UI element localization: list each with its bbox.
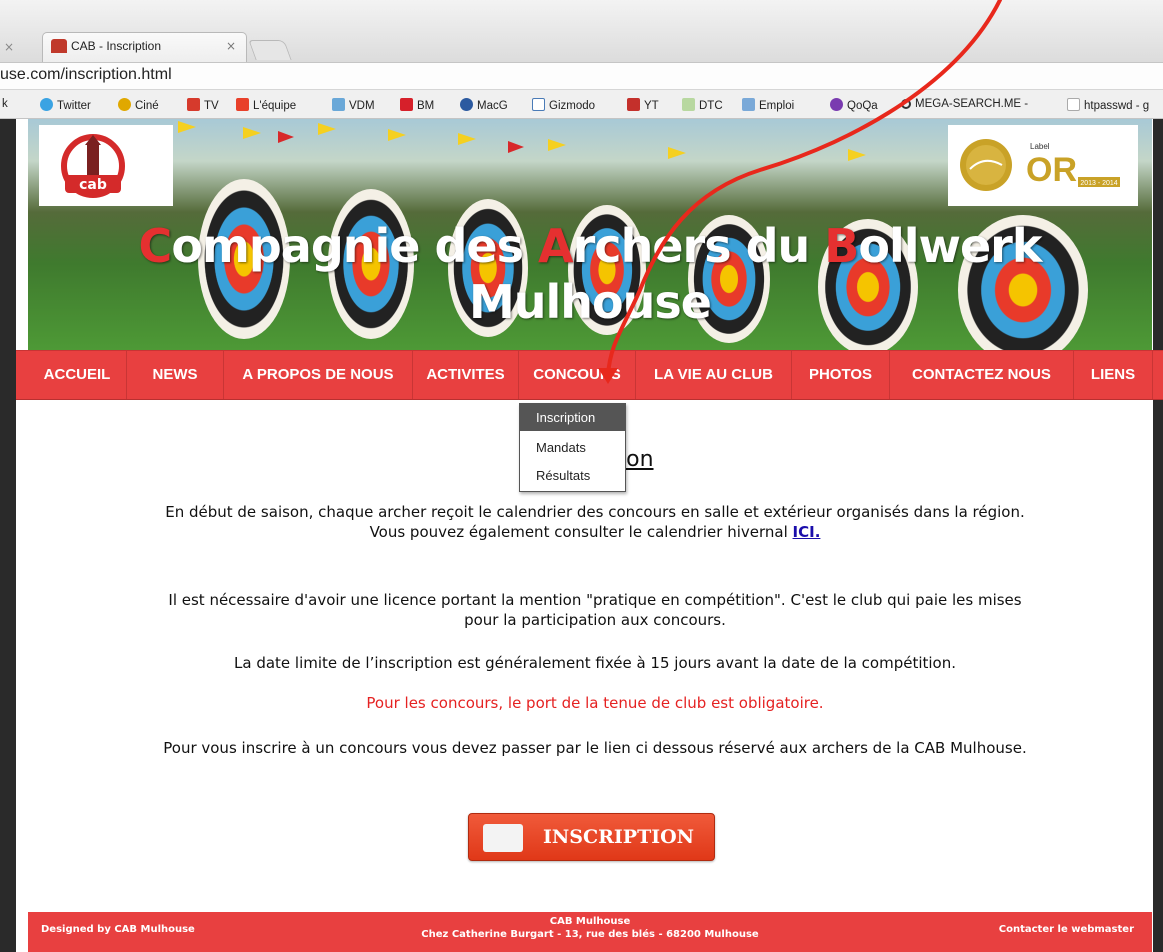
bookmark-macg[interactable]: MacG [460, 98, 508, 112]
concours-dropdown-menu: Inscription Mandats Résultats [519, 403, 626, 492]
inscription-button[interactable]: INSCRIPTION [468, 813, 715, 861]
bookmark-htpasswd[interactable]: htpasswd - g [1067, 98, 1149, 112]
footer-address: CAB Mulhouse Chez Catherine Burgart - 13… [421, 916, 759, 940]
address-bar[interactable]: use.com/inscription.html [0, 62, 1163, 89]
cab-logo-icon [483, 824, 523, 852]
cab-logo[interactable]: cab [39, 125, 173, 206]
bookmark-emploi[interactable]: Emploi [742, 98, 794, 112]
dropdown-item-mandats[interactable]: Mandats [520, 434, 625, 461]
nav-a-propos[interactable]: A PROPOS DE NOUS [224, 351, 413, 399]
label-years: 2013 - 2014 [1080, 180, 1117, 187]
paragraph-licence: Il est nécessaire d'avoir une licence po… [168, 591, 1022, 629]
new-tab-button[interactable] [248, 40, 292, 60]
bookmark-tv[interactable]: TV [187, 98, 219, 112]
bm-icon [400, 98, 413, 111]
contact-webmaster-link[interactable]: Contacter le webmaster [999, 924, 1134, 935]
browser-tab-active[interactable]: CAB - Inscription × [42, 32, 247, 62]
dropdown-item-inscription[interactable]: Inscription [520, 404, 625, 431]
paragraph-tenue-obligatoire: Pour les concours, le port de la tenue d… [366, 694, 824, 712]
site-title-line2: Mulhouse [469, 275, 712, 329]
bookmark-cine[interactable]: Ciné [118, 98, 159, 112]
nav-photos[interactable]: PHOTOS [792, 351, 890, 399]
paragraph-calendrier: En début de saison, chaque archer reçoit… [165, 503, 1025, 541]
cab-favicon-icon [51, 39, 67, 53]
cine-icon [118, 98, 131, 111]
label-or-badge: Label OR 2013 - 2014 [948, 125, 1138, 206]
site-title-line1: Compagnie des Archers du Bollwerk [138, 219, 1043, 273]
footer: Designed by CAB Mulhouse CAB Mulhouse Ch… [28, 912, 1152, 952]
browser-tab-bar: × CAB - Inscription × [0, 0, 1163, 62]
lequipe-icon [236, 98, 249, 111]
nav-contactez-nous[interactable]: CONTACTEZ NOUS [890, 351, 1074, 399]
label-or-image: Label OR 2013 - 2014 [960, 139, 1120, 191]
footer-designed-by: Designed by CAB Mulhouse [41, 924, 195, 935]
url-text: use.com/inscription.html [0, 66, 172, 83]
inscription-button-label: INSCRIPTION [543, 826, 695, 848]
main-nav: ACCUEIL NEWS A PROPOS DE NOUS ACTIVITES … [16, 350, 1163, 400]
nav-news[interactable]: NEWS [127, 351, 224, 399]
bookmark-yt[interactable]: YT [627, 98, 659, 112]
twitter-icon [40, 98, 53, 111]
nav-activites[interactable]: ACTIVITES [413, 351, 519, 399]
qoqa-icon [830, 98, 843, 111]
tv-icon [187, 98, 200, 111]
bookmarks-bar: k Twitter Ciné TV L'équipe VDM BM MacG G… [0, 89, 1163, 119]
nav-concours[interactable]: CONCOURS [519, 351, 636, 399]
bookmark-lequipe[interactable]: L'équipe [236, 98, 296, 112]
bookmark-item[interactable]: k [2, 98, 8, 110]
macg-icon [460, 98, 473, 111]
vdm-icon [332, 98, 345, 111]
ici-link[interactable]: ICI. [793, 523, 821, 541]
svg-text:cab: cab [79, 177, 107, 193]
dtc-icon [682, 98, 695, 111]
bookmark-mega-search[interactable]: MEGA-SEARCH.ME - [901, 98, 1028, 110]
close-tab-icon[interactable]: × [4, 40, 14, 54]
bookmark-vdm[interactable]: VDM [332, 98, 375, 112]
folder-icon [742, 98, 755, 111]
nav-vie-au-club[interactable]: LA VIE AU CLUB [636, 351, 792, 399]
cab-logo-image: cab [61, 134, 125, 198]
close-tab-icon[interactable]: × [226, 39, 236, 53]
bookmark-dtc[interactable]: DTC [682, 98, 723, 112]
tab-title: CAB - Inscription [71, 39, 162, 53]
gizmodo-icon [532, 98, 545, 111]
bookmark-gizmodo[interactable]: Gizmodo [532, 98, 595, 112]
paragraph-date-limite: La date limite de l’inscription est géné… [234, 654, 956, 672]
bookmark-bm[interactable]: BM [400, 98, 434, 112]
label-or-text: OR [1026, 151, 1077, 189]
bookmark-qoqa[interactable]: QoQa [830, 98, 878, 112]
site-title: Compagnie des Archers du Bollwerk Mulhou… [28, 218, 1152, 330]
label-text: Label [1030, 142, 1050, 151]
nav-accueil[interactable]: ACCUEIL [28, 351, 127, 399]
youtube-icon [627, 98, 640, 111]
bookmark-twitter[interactable]: Twitter [40, 98, 91, 112]
dropdown-item-resultats[interactable]: Résultats [520, 462, 625, 489]
nav-liens[interactable]: LIENS [1074, 351, 1153, 399]
search-icon [901, 99, 911, 109]
paragraph-inscription-info: Pour vous inscrire à un concours vous de… [163, 739, 1027, 757]
page-icon [1067, 98, 1080, 111]
